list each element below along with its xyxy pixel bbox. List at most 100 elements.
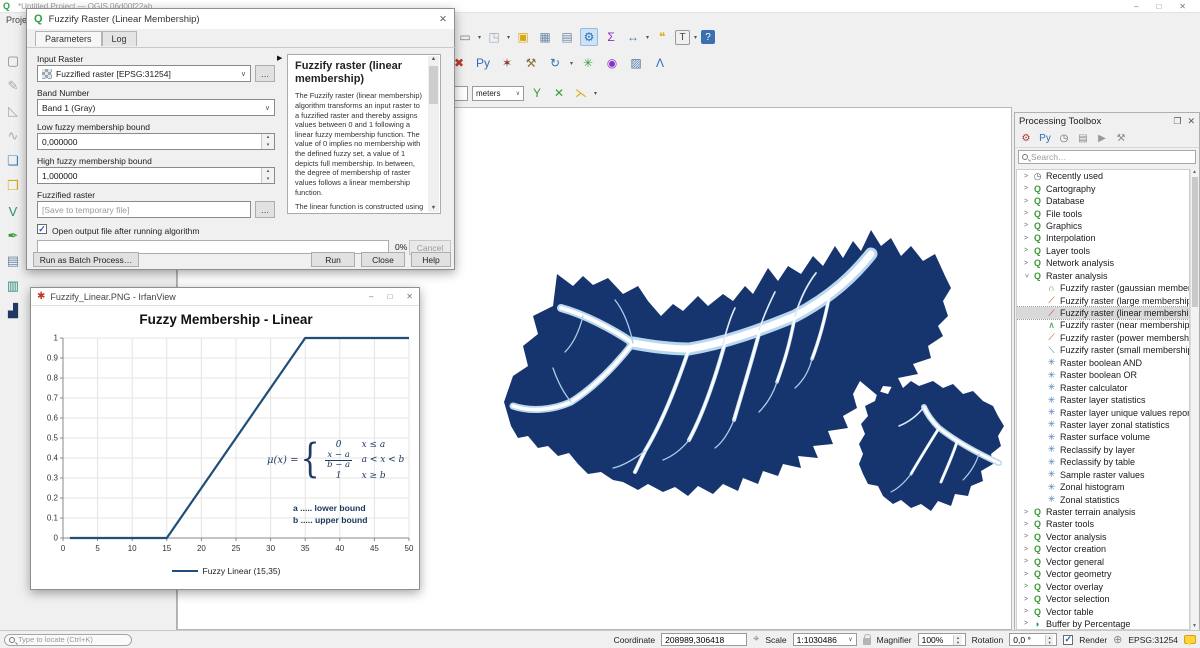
toolbox-group-graphics[interactable]: >QGraphics — [1017, 220, 1189, 232]
scroll-up-icon[interactable]: ▲ — [431, 56, 436, 62]
options-icon[interactable]: ⚒ — [1114, 132, 1128, 146]
coordinate-field[interactable] — [661, 633, 747, 646]
statistics-icon[interactable]: Σ — [602, 28, 620, 46]
new-3d-map-icon[interactable]: ▥ — [4, 277, 22, 295]
spin-up-icon[interactable]: ▴ — [262, 134, 274, 142]
scale-select[interactable]: ∨ — [793, 633, 857, 646]
input-raster-select[interactable]: Fuzzified raster [EPSG:31254] ∨ — [37, 65, 251, 82]
toolbox-group-network-analysis[interactable]: >QNetwork analysis — [1017, 257, 1189, 269]
new-project-icon[interactable]: ▢ — [4, 52, 22, 70]
lambda-icon[interactable]: Λ — [651, 54, 669, 72]
toolbox-alg-fuzzify-raster-near-membership[interactable]: ∧Fuzzify raster (near membership) — [1017, 319, 1189, 331]
search-input[interactable] — [1031, 152, 1192, 162]
low-bound-spinbox[interactable]: ▴▾ — [37, 133, 275, 150]
toolbox-group-vector-general[interactable]: >QVector general — [1017, 556, 1189, 568]
coordinate-input[interactable] — [665, 635, 743, 645]
toolbox-group-vector-table[interactable]: >QVector table — [1017, 605, 1189, 617]
close-dialog-button[interactable]: Close — [361, 252, 405, 267]
chevron-icon[interactable]: > — [1021, 247, 1031, 254]
chevron-icon[interactable]: > — [1021, 173, 1031, 180]
toolbox-group-database[interactable]: >QDatabase — [1017, 195, 1189, 207]
toolbox-alg-raster-layer-unique-values-report[interactable]: ✳Raster layer unique values report — [1017, 406, 1189, 418]
dropdown-arrow-icon[interactable]: ▾ — [594, 90, 597, 97]
toolbox-alg-raster-boolean-and[interactable]: ✳Raster boolean AND — [1017, 357, 1189, 369]
chevron-icon[interactable]: > — [1021, 210, 1031, 217]
curve-icon[interactable]: ∿ — [4, 127, 22, 145]
toolbox-alg-raster-layer-statistics[interactable]: ✳Raster layer statistics — [1017, 394, 1189, 406]
toolbox-group-raster-tools[interactable]: >QRaster tools — [1017, 518, 1189, 530]
locate-input[interactable] — [18, 635, 127, 644]
output-browse-button[interactable]: … — [255, 201, 275, 218]
minimize-button[interactable]: – — [369, 292, 373, 301]
chevron-icon[interactable]: > — [1021, 608, 1031, 615]
input-raster-browse-button[interactable]: … — [255, 65, 275, 82]
epsg-label[interactable]: EPSG:31254 — [1128, 635, 1178, 645]
high-bound-input[interactable] — [38, 171, 261, 181]
scroll-thumb[interactable] — [1192, 177, 1198, 307]
toolbox-group-layer-tools[interactable]: >QLayer tools — [1017, 245, 1189, 257]
plugin-tool-icon[interactable]: ⚒ — [522, 54, 540, 72]
plugin-manager-icon[interactable]: ◉ — [603, 54, 621, 72]
dialog-titlebar[interactable]: Q Fuzzify Raster (Linear Membership) ✕ — [27, 9, 454, 29]
chevron-icon[interactable]: > — [1021, 260, 1031, 267]
chevron-icon[interactable]: > — [1021, 185, 1031, 192]
chevron-icon[interactable]: > — [1021, 620, 1031, 627]
chevron-icon[interactable]: > — [1021, 533, 1031, 540]
move-vertex-icon[interactable]: ⋋ — [572, 84, 590, 102]
toolbox-alg-fuzzify-raster-gaussian-membership[interactable]: ∩Fuzzify raster (gaussian membership) — [1017, 282, 1189, 294]
irfanview-titlebar[interactable]: ✱ Fuzzify_Linear.PNG - IrfanView – □ ✕ — [31, 288, 419, 306]
toolbox-alg-reclassify-by-layer[interactable]: ✳Reclassify by layer — [1017, 444, 1189, 456]
attribute-table-icon[interactable]: ▦ — [536, 28, 554, 46]
map-tips-icon[interactable]: ❝ — [653, 28, 671, 46]
chevron-icon[interactable]: > — [1021, 546, 1031, 553]
run-as-batch-button[interactable]: Run as Batch Process… — [33, 252, 139, 267]
refresh-icon[interactable]: ↻ — [546, 54, 564, 72]
add-raster-layer-icon[interactable]: ❒ — [4, 177, 22, 195]
rotation-input[interactable] — [1013, 635, 1045, 645]
scroll-up-icon[interactable]: ▲ — [1192, 169, 1197, 175]
toolbox-alg-fuzzify-raster-large-membership[interactable]: ⟋Fuzzify raster (large membership) — [1017, 294, 1189, 306]
processing-toolbox-icon[interactable]: ⚙ — [580, 28, 598, 46]
chevron-icon[interactable]: > — [1021, 571, 1031, 578]
dropdown-arrow-icon[interactable]: ▾ — [478, 34, 481, 41]
help-scrollbar[interactable]: ▲ ▼ — [428, 56, 439, 212]
vertex-tool-icon[interactable]: Y — [528, 84, 546, 102]
help-icon[interactable]: ? — [701, 30, 715, 44]
toolbox-group-vector-creation[interactable]: >QVector creation — [1017, 543, 1189, 555]
toolbox-alg-fuzzify-raster-power-membership[interactable]: ⟋Fuzzify raster (power membership) — [1017, 332, 1189, 344]
close-panel-icon[interactable]: ✕ — [1187, 116, 1195, 127]
temporal-controller-icon[interactable]: ▤ — [558, 28, 576, 46]
lock-scale-icon[interactable] — [863, 638, 871, 645]
histogram-icon[interactable]: ▟ — [4, 302, 22, 320]
new-shapefile-icon[interactable]: V — [4, 202, 22, 220]
toolbox-alg-raster-layer-zonal-statistics[interactable]: ✳Raster layer zonal statistics — [1017, 419, 1189, 431]
locate-box[interactable] — [4, 634, 132, 646]
python-scripts-icon[interactable]: Py — [1038, 132, 1052, 146]
output-raster-input[interactable] — [38, 202, 250, 217]
extent-icon[interactable]: ⌖ — [753, 633, 759, 646]
scroll-down-icon[interactable]: ▼ — [1192, 623, 1197, 629]
dropdown-arrow-icon[interactable]: ▾ — [694, 34, 697, 41]
scroll-down-icon[interactable]: ▼ — [428, 205, 439, 211]
spin-down-icon[interactable]: ▾ — [954, 640, 961, 645]
text-annotation-icon[interactable]: T — [675, 30, 690, 45]
toolbox-group-raster-analysis[interactable]: >QRaster analysis — [1017, 270, 1189, 282]
toolbox-group-vector-overlay[interactable]: >QVector overlay — [1017, 580, 1189, 592]
toolbox-alg-raster-calculator[interactable]: ✳Raster calculator — [1017, 381, 1189, 393]
dropdown-arrow-icon[interactable]: ▾ — [570, 60, 573, 67]
maximize-button[interactable]: □ — [1156, 2, 1161, 11]
rotation-spinbox[interactable]: ▴▾ — [1009, 633, 1057, 646]
deselect-features-icon[interactable]: ◳ — [485, 28, 503, 46]
spin-down-icon[interactable]: ▾ — [262, 176, 274, 184]
toolbox-alg-sample-raster-values[interactable]: ✳Sample raster values — [1017, 469, 1189, 481]
toolbox-alg-zonal-histogram[interactable]: ✳Zonal histogram — [1017, 481, 1189, 493]
band-number-select[interactable]: Band 1 (Gray) ∨ — [37, 99, 275, 116]
toolbox-group-raster-terrain-analysis[interactable]: >QRaster terrain analysis — [1017, 506, 1189, 518]
edit-labels-icon[interactable]: ▣ — [514, 28, 532, 46]
toolbox-alg-reclassify-by-table[interactable]: ✳Reclassify by table — [1017, 456, 1189, 468]
dropdown-arrow-icon[interactable]: ▾ — [646, 34, 649, 41]
toolbox-group-recently-used[interactable]: >◷Recently used — [1017, 170, 1189, 182]
select-features-icon[interactable]: ▭ — [456, 28, 474, 46]
chevron-icon[interactable]: > — [1021, 222, 1031, 229]
crs-globe-icon[interactable]: ⊕ — [1113, 633, 1122, 646]
